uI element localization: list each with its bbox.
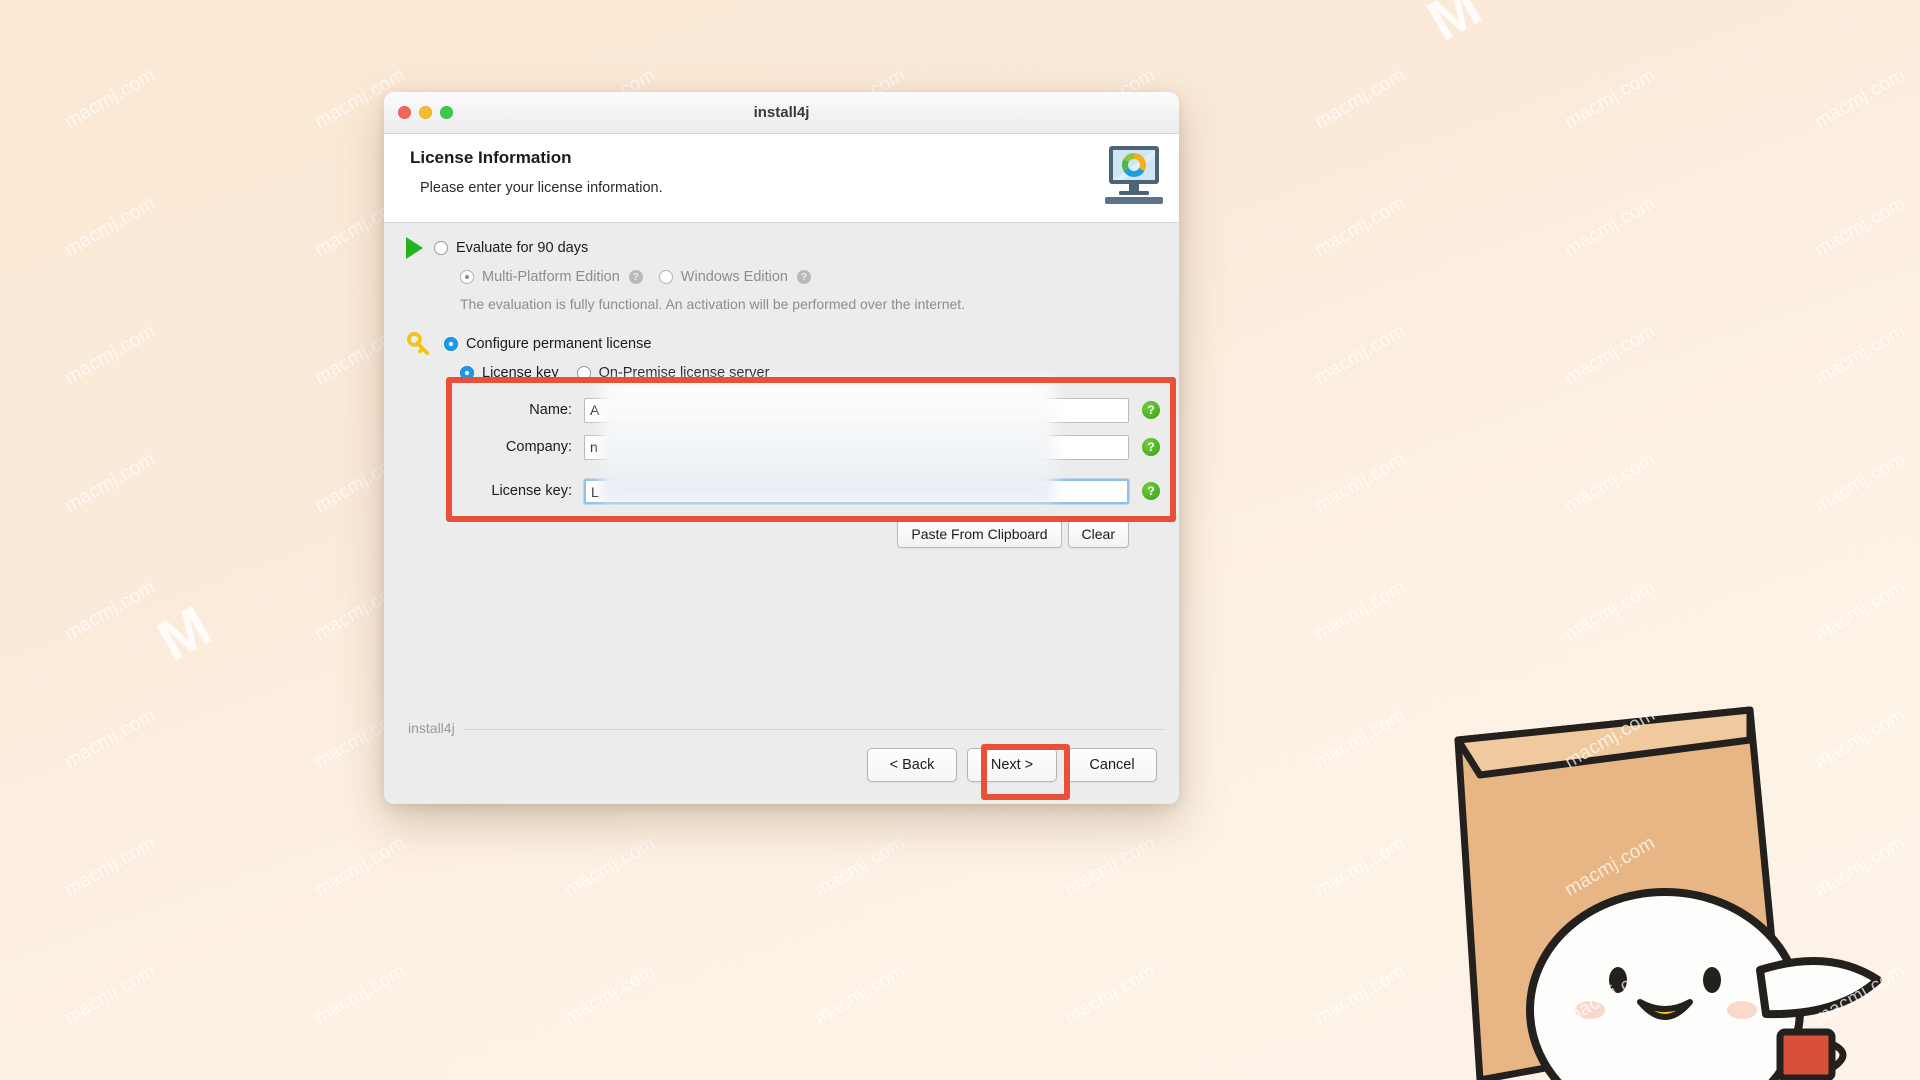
watermark-text: macmj.com (1311, 576, 1409, 645)
watermark-logo-text: M (1416, 0, 1492, 54)
radio-configure-permanent-license[interactable] (444, 337, 458, 351)
evaluation-note: The evaluation is fully functional. An a… (460, 296, 966, 312)
watermark-text: macmj.com (311, 960, 409, 1029)
footer-brand: install4j (408, 720, 463, 736)
edition-choice-row: Multi-Platform Edition ? Windows Edition… (384, 269, 1179, 285)
label-company: Company: (505, 439, 572, 455)
watermark-text: macmj.com (1561, 0, 1659, 6)
radio-evaluate-for-90-days[interactable] (434, 241, 448, 255)
help-icon-name[interactable]: ? (1142, 401, 1160, 419)
company-input[interactable]: n (584, 434, 1129, 460)
watermark-text: macmj.com (1811, 448, 1909, 517)
watermark-text: macmj.com (1061, 0, 1159, 6)
help-icon-multi-platform-edition[interactable]: ? (628, 270, 643, 284)
watermark-text: macmj.com (61, 576, 159, 645)
radio-on-premise-license-server[interactable] (576, 366, 591, 380)
paste-from-clipboard-button[interactable]: Paste From Clipboard (897, 520, 1062, 548)
watermark-text: macmj.com (561, 0, 659, 6)
name-input[interactable]: A (584, 397, 1129, 423)
watermark-text: macmj.com (1311, 448, 1409, 517)
watermark-text: macmj.com (1061, 960, 1159, 1029)
license-mode-row: License key On-Premise license server (384, 365, 1179, 381)
radio-multi-platform-edition[interactable] (460, 270, 474, 284)
next-button[interactable]: Next > (967, 748, 1057, 782)
option-evaluate-row[interactable]: Evaluate for 90 days (384, 237, 1179, 259)
help-icon-license-key[interactable]: ? (1142, 482, 1160, 500)
watermark-text: macmj.com (1561, 320, 1659, 389)
page-header: License Information Please enter your li… (384, 134, 1179, 223)
label-windows-edition: Windows Edition (680, 269, 788, 285)
watermark-text: macmj.com (61, 64, 159, 133)
watermark-text: macmj.com (1561, 576, 1659, 645)
window-footer: install4j < Back Next > Cancel (384, 686, 1179, 804)
watermark-text: macmj.com (811, 0, 909, 6)
watermark-text: macmj.com (1311, 64, 1409, 133)
watermark-text: macmj.com (61, 320, 159, 389)
green-play-arrow-icon (406, 237, 423, 259)
watermark-text: macmj.com (1561, 64, 1659, 133)
yellow-key-icon (406, 332, 434, 356)
footer-divider (408, 729, 1165, 730)
watermark-text: macmj.com (61, 448, 159, 517)
label-license-key-field: License key: (491, 483, 572, 499)
license-form: Name: A ? Company: n ? License key: L ? … (384, 395, 1179, 548)
watermark-text: macmj.com (561, 960, 659, 1029)
watermark-text: macmj.com (1311, 0, 1409, 6)
form-row-license-key: License key: L ? (460, 476, 1179, 506)
install4j-installer-window: install4j License Information Please ent… (384, 92, 1179, 804)
watermark-logo-text: M (146, 593, 222, 674)
watermark-text: macmj.com (1811, 64, 1909, 133)
watermark-text: macmj.com (1811, 192, 1909, 261)
duck-illustration (1450, 680, 1920, 1080)
watermark-text: macmj.com (811, 832, 909, 901)
watermark-text: macmj.com (1561, 448, 1659, 517)
license-options-panel: Evaluate for 90 days Multi-Platform Edit… (384, 223, 1179, 686)
clear-button[interactable]: Clear (1067, 520, 1129, 548)
help-icon-windows-edition[interactable]: ? (796, 270, 811, 284)
label-configure-permanent-license: Configure permanent license (466, 336, 652, 352)
window-title: install4j (753, 104, 810, 121)
label-multi-platform-edition: Multi-Platform Edition (482, 269, 620, 285)
watermark-text: macmj.com (61, 192, 159, 261)
watermark-text: macmj.com (61, 704, 159, 773)
watermark-text: macmj.com (1311, 704, 1409, 773)
window-titlebar: install4j (384, 92, 1179, 134)
label-on-premise-license-server: On-Premise license server (598, 365, 770, 381)
watermark-text: macmj.com (311, 832, 409, 901)
radio-license-key[interactable] (460, 366, 474, 380)
watermark-text: macmj.com (1311, 960, 1409, 1029)
form-row-name: Name: A ? (460, 395, 1179, 425)
watermark-text: macmj.com (1811, 320, 1909, 389)
label-name: Name: (529, 402, 572, 418)
clipboard-actions: Paste From Clipboard Clear (460, 520, 1179, 548)
watermark-text: macmj.com (1811, 576, 1909, 645)
watermark-text: macmj.com (1311, 320, 1409, 389)
watermark-text: macmj.com (1811, 0, 1909, 6)
permanent-license-block: Configure permanent license License key … (384, 332, 1179, 548)
watermark-text: macmj.com (311, 0, 409, 6)
watermark-text: macmj.com (1061, 832, 1159, 901)
option-configure-permanent-license-row[interactable]: Configure permanent license (384, 332, 1179, 356)
back-button[interactable]: < Back (867, 748, 957, 782)
watermark-text: macmj.com (61, 832, 159, 901)
watermark-text: macmj.com (1561, 192, 1659, 261)
watermark-text: macmj.com (561, 832, 659, 901)
watermark-text: macmj.com (1311, 832, 1409, 901)
label-evaluate-for-90-days: Evaluate for 90 days (456, 240, 589, 256)
watermark-text: macmj.com (61, 960, 159, 1029)
page-title: License Information (410, 148, 572, 167)
help-icon-company[interactable]: ? (1142, 438, 1160, 456)
license-key-input[interactable]: L (584, 478, 1129, 504)
watermark-text: macmj.com (1311, 192, 1409, 261)
watermark-text: macmj.com (61, 0, 159, 6)
watermark-text: macmj.com (811, 960, 909, 1029)
page-subtitle: Please enter your license information. (420, 180, 663, 196)
form-row-company: Company: n ? (460, 432, 1179, 462)
label-license-key: License key (482, 365, 559, 381)
navigation-buttons: < Back Next > Cancel (867, 748, 1157, 782)
cancel-button[interactable]: Cancel (1067, 748, 1157, 782)
install4j-monitor-logo-icon (1099, 144, 1169, 206)
radio-windows-edition[interactable] (658, 270, 673, 284)
